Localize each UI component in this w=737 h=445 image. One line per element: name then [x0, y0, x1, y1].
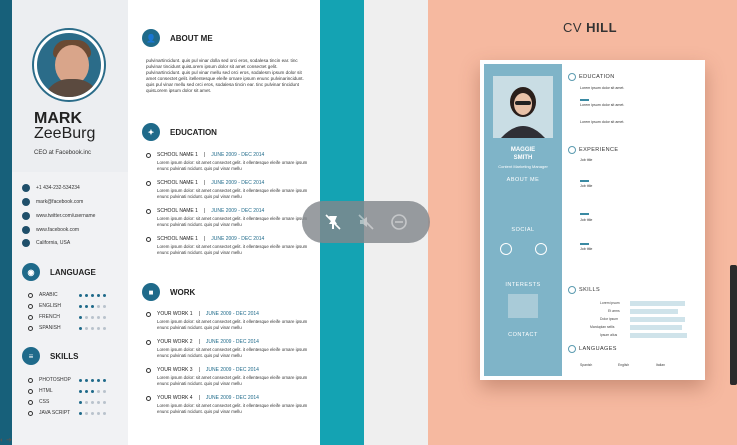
skills-icon [568, 286, 576, 294]
contact-twitter: www.twitter.com/username [22, 210, 126, 222]
card-name: MAGGIE SMITH [510, 147, 536, 161]
facebook-icon [22, 226, 30, 234]
education-entry: SCHOOL NAME 1 | JUNE 2009 - DEC 2014 Lorem … [146, 152, 312, 172]
card-edu-item: Lorem ipsum dolor sit amet. [580, 103, 625, 107]
skill-bar [630, 301, 685, 306]
skill-item: JAVA SCRIPT [28, 409, 118, 417]
skill-item: CSS [28, 398, 118, 406]
skills-heading: ≡ SKILLS [22, 347, 78, 365]
card-edu-item: Lorem ipsum dolor sit amet. [580, 120, 625, 124]
location-icon [22, 239, 30, 247]
mute-icon[interactable] [355, 211, 377, 233]
skill-label: Et arms [608, 309, 620, 313]
pen [730, 265, 737, 385]
back-arrow-icon[interactable]: ◐ ➜ [0, 436, 40, 445]
accent-bar [580, 213, 589, 215]
contact-location: California, USA [22, 237, 126, 249]
contact-facebook: www.facebook.com [22, 224, 126, 236]
skill-bar [630, 325, 682, 330]
accent-bar [580, 243, 589, 245]
accent-bar [580, 180, 589, 182]
education-entry: SCHOOL NAME 1 | JUNE 2009 - DEC 2014 Lorem … [146, 236, 312, 256]
globe-icon [568, 345, 576, 353]
social-icon [500, 243, 512, 255]
card-interests-heading: INTERESTS [505, 282, 541, 288]
minus-circle-icon[interactable] [388, 211, 410, 233]
work-entry: YOUR WORK 2 | JUNE 2009 - DEC 2014 Lorem ip… [146, 339, 312, 359]
card-languages-heading: LANGUAGES [568, 345, 617, 353]
list-icon: ≡ [22, 347, 40, 365]
skill-item: PHOTOSHOP [28, 376, 118, 384]
brand-title: CV HILL [563, 20, 618, 35]
about-heading: 👤 ABOUT ME [142, 29, 213, 47]
contact-phone: +1 434-232-534234 [22, 182, 126, 194]
card-subtitle: Content Marketing Manager [498, 164, 548, 169]
work-entry: YOUR WORK 4 | JUNE 2009 - DEC 2014 Lorem ip… [146, 395, 312, 415]
skill-label: Dolor ipsum [600, 317, 619, 321]
contact-email: mark@facebook.com [22, 196, 126, 208]
card-experience-heading: EXPERIENCE [568, 146, 618, 154]
language-item: ARABIC [28, 291, 118, 299]
globe-icon: ◉ [22, 263, 40, 281]
last-name: ZeeBurg [34, 125, 96, 142]
work-entry: YOUR WORK 1 | JUNE 2009 - DEC 2014 Lorem ip… [146, 311, 312, 331]
language-label: Italian [656, 363, 666, 367]
skill-label: Marduplan sellis [590, 325, 615, 329]
education-entry: SCHOOL NAME 1 | JUNE 2009 - DEC 2014 Lorem … [146, 180, 312, 200]
briefcase-icon [568, 146, 576, 154]
screen: MARK ZeeBurg CEO at Facebook.inc +1 434-… [0, 0, 737, 445]
media-overlay-controls[interactable] [302, 201, 430, 243]
about-text: pulvinartincidunt. quis pul vinar dolla … [146, 58, 304, 93]
briefcase-icon: ■ [142, 283, 160, 301]
accent-bar [580, 99, 589, 101]
resume-main: 👤 ABOUT ME pulvinartincidunt. quis pul vi… [136, 0, 320, 445]
card-skills-heading: SKILLS [568, 286, 600, 294]
phone-icon [22, 184, 30, 192]
job-role: CEO at Facebook.inc [34, 150, 92, 156]
language-item: SPANISH [28, 324, 118, 332]
email-icon [22, 198, 30, 206]
skill-bar [630, 309, 678, 314]
skill-item: HTML [28, 387, 118, 395]
pin-off-icon[interactable] [322, 211, 344, 233]
language-label: English [618, 363, 630, 367]
interest-tile [508, 294, 538, 318]
card-about-heading: ABOUT ME [506, 177, 540, 183]
user-icon: 👤 [142, 29, 160, 47]
language-label: Spanish [580, 363, 593, 367]
education-icon [568, 73, 576, 81]
card-exp-item: Job title [580, 218, 593, 222]
language-item: FRENCH [28, 313, 118, 321]
twitter-icon [22, 212, 30, 220]
card-photo [493, 76, 553, 138]
education-heading: ✦ EDUCATION [142, 123, 217, 141]
card-exp-item: Job title [580, 158, 593, 162]
language-heading: ◉ LANGUAGE [22, 263, 96, 281]
card-exp-item: Job title [580, 184, 593, 188]
card-education-heading: EDUCATION [568, 73, 615, 81]
social-icon [535, 243, 547, 255]
lightbulb-icon: ✦ [142, 123, 160, 141]
language-item: ENGLISH [28, 302, 118, 310]
work-entry: YOUR WORK 3 | JUNE 2009 - DEC 2014 Lorem ip… [146, 367, 312, 387]
accent-stripe [0, 0, 12, 445]
skill-label: Ipsum alius [600, 333, 618, 337]
card-edu-item: Lorem ipsum dolor sit amet. [580, 86, 625, 90]
education-entry: SCHOOL NAME 1 | JUNE 2009 - DEC 2014 Lorem … [146, 208, 312, 228]
skill-label: Lorem ipsum [600, 301, 620, 305]
resume-left: MARK ZeeBurg CEO at Facebook.inc +1 434-… [0, 0, 320, 445]
skill-bar [630, 333, 687, 338]
card-exp-item: Job title [580, 247, 593, 251]
avatar [34, 30, 104, 100]
card-social-heading: SOCIAL [511, 227, 535, 233]
woman-photo-icon [493, 76, 553, 138]
card-contact-heading: CONTACT [508, 332, 538, 338]
work-heading: ■ WORK [142, 283, 195, 301]
skill-bar [630, 317, 685, 322]
